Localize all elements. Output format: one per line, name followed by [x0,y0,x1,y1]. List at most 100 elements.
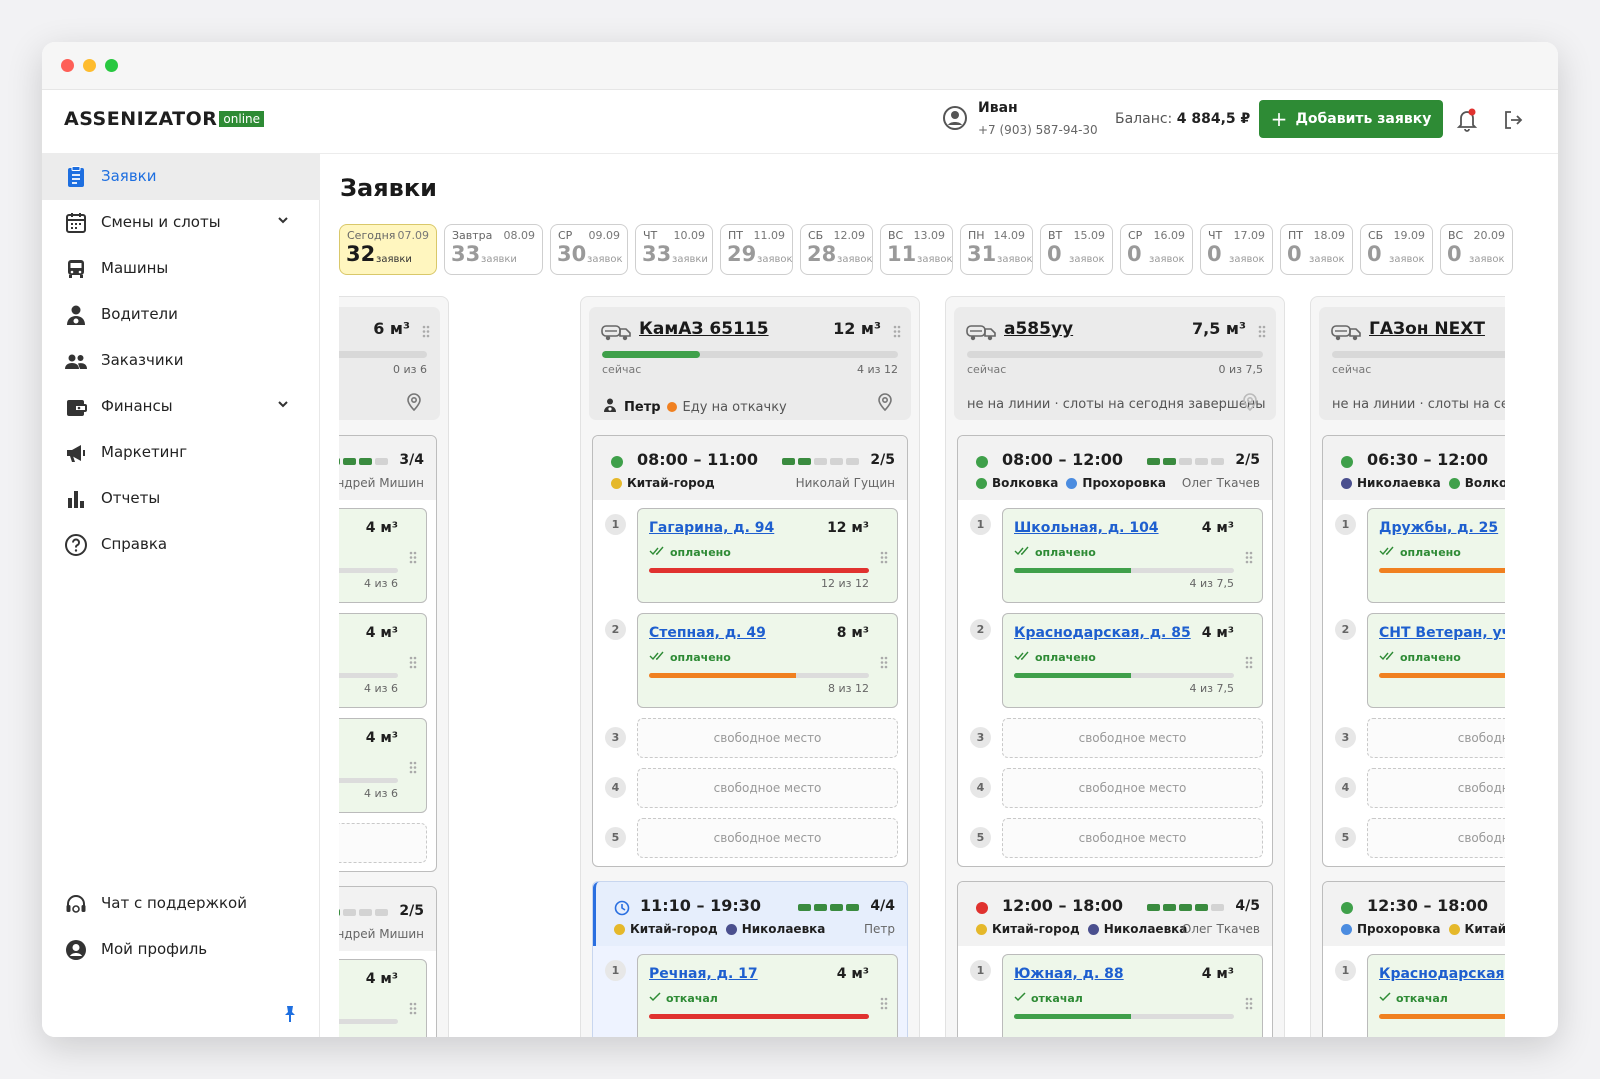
order-card[interactable]: Краснодарская, д. 1 откачал [1367,954,1505,1037]
order-card[interactable]: айская, д. 944 м³алотметил оплату4 из 6 [339,613,427,708]
sidebar-item-help[interactable]: Справка [42,522,320,568]
sidebar-item-drivers[interactable]: Водители [42,292,320,338]
order-card[interactable]: Южная, д. 88 4 м³ откачал [1002,954,1263,1037]
day-tab[interactable]: ПТ 18.09 0 заявок [1280,224,1353,275]
order-address[interactable]: Речная, д. 17 [649,966,758,982]
sidebar-item-vehicles[interactable]: Машины [42,246,320,292]
drag-handle-icon[interactable] [1245,995,1253,1014]
order-fill-bar [1014,1014,1234,1019]
order-card[interactable]: ря, уч. 1254 м³ено4 из 6 [339,718,427,813]
free-slot-placeholder[interactable]: свободное м [1367,818,1505,858]
day-tab[interactable]: ВС 20.09 0 заявок [1440,224,1513,275]
notifications-bell-icon[interactable] [1456,108,1478,132]
time-slot-header[interactable]: 08:00 – 11:00 2/5 Китай-город Николай Гущин [593,436,907,500]
time-slot: 12:00 – 18:00 4/5 Китай-город Николаевка Оле… [957,881,1273,1037]
order-address[interactable]: СНТ Ветеран, уч. 10 [1379,625,1505,641]
location-pin-icon[interactable] [1242,393,1258,415]
sidebar-item-reports[interactable]: Отчеты [42,476,320,522]
pin-icon[interactable] [282,1005,298,1023]
free-slot-placeholder[interactable]: свободное место [637,768,898,808]
order-card[interactable]: Дружбы, д. 25 оплачено [1367,508,1505,603]
sidebar-item-marketing[interactable]: Маркетинг [42,430,320,476]
day-tab[interactable]: СБ 12.09 28 заявок [800,224,873,275]
vehicle-name[interactable]: а585уу [1004,319,1073,339]
sidebar-item-profile[interactable]: Мой профиль [42,927,320,973]
sidebar-item-customers[interactable]: Заказчики [42,338,320,384]
order-card[interactable]: Краснодарская, д. 85 4 м³ оплачено 4 из 7,5 [1002,613,1263,708]
day-tab[interactable]: Сегодня 07.09 32 заявки [339,224,437,275]
drag-handle-icon[interactable] [409,654,417,673]
people-icon [65,354,87,369]
order-address[interactable]: Краснодарская, д. 1 [1379,966,1505,982]
order-card[interactable]: Гагарина, д. 94 12 м³ оплачено 12 из 12 [637,508,898,603]
minimize-window-button[interactable] [83,59,96,72]
region-name: Волковка [1464,476,1505,490]
drag-handle-icon[interactable] [422,323,430,342]
vehicle-name[interactable]: ГАЗон NEXT [1369,319,1485,339]
drag-handle-icon[interactable] [880,549,888,568]
order-address[interactable]: Дружбы, д. 25 [1379,520,1498,536]
order-address[interactable]: Школьная, д. 104 [1014,520,1159,536]
day-tab[interactable]: ЧТ 10.09 33 заявки [635,224,713,275]
time-slot-header[interactable]: 12:30 – 18:00 Прохоровка Китай-горо, [1323,882,1505,946]
day-tab[interactable]: ПТ 11.09 29 заявок [720,224,793,275]
sidebar-item-finance[interactable]: Финансы [42,384,320,430]
add-request-button[interactable]: + Добавить заявку [1259,100,1443,138]
order-address[interactable]: Степная, д. 49 [649,625,766,641]
day-tab[interactable]: ВТ 15.09 0 заявок [1040,224,1113,275]
drag-handle-icon[interactable] [1258,323,1266,342]
drag-handle-icon[interactable] [1245,654,1253,673]
free-slot-placeholder[interactable]: свободное место [339,823,427,863]
day-tab[interactable]: Завтра 08.09 33 заявки [444,224,543,275]
drag-handle-icon[interactable] [880,995,888,1014]
free-slot-placeholder[interactable]: свободное место [1002,768,1263,808]
order-card[interactable]: ежная, д. 1014 м³ [339,959,427,1037]
free-slot-placeholder[interactable]: свободное место [637,718,898,758]
order-card[interactable]: СНТ Ветеран, уч. 10 оплачено [1367,613,1505,708]
free-slot-placeholder[interactable]: свободное место [1002,818,1263,858]
time-slot-header[interactable]: 12:003/4Китай-городАндрей Мишин [339,436,436,500]
time-slot-header[interactable]: 12:00 – 18:00 4/5 Китай-город Николаевка Оле… [958,882,1272,946]
user-avatar-icon[interactable] [943,106,967,130]
free-slot-placeholder[interactable]: свободное м [1367,768,1505,808]
free-slot-placeholder[interactable]: свободное м [1367,718,1505,758]
logout-icon[interactable] [1502,109,1524,131]
day-tab[interactable]: СР 16.09 0 заявок [1120,224,1193,275]
location-pin-icon[interactable] [877,393,893,415]
day-tab[interactable]: СБ 19.09 0 заявок [1360,224,1433,275]
location-pin-icon[interactable] [406,393,422,415]
order-address[interactable]: Краснодарская, д. 85 [1014,625,1191,641]
vehicle-name[interactable]: КамАЗ 65115 [639,319,769,339]
day-tab[interactable]: СР 09.09 30 заявок [550,224,628,275]
drag-handle-icon[interactable] [1245,549,1253,568]
time-slot-header[interactable]: 06:30 – 12:00 Николаевка Волковка [1323,436,1505,500]
order-card[interactable]: Степная, д. 49 8 м³ оплачено 8 из 12 [637,613,898,708]
drag-handle-icon[interactable] [409,759,417,778]
time-slot-header[interactable]: 08:00 – 12:00 2/5 Волковка Прохоровка Олег Т… [958,436,1272,500]
sidebar-item-support-chat[interactable]: Чат с поддержкой [42,881,320,927]
day-tab[interactable]: ПН 14.09 31 заявок [960,224,1033,275]
order-address[interactable]: Гагарина, д. 94 [649,520,774,536]
logo[interactable]: ASSENIZATOR online [64,108,265,130]
order-card[interactable]: Школьная, д. 104 4 м³ оплачено 4 из 7,5 [1002,508,1263,603]
close-window-button[interactable] [61,59,74,72]
time-slot-header[interactable]: 11:10 – 19:30 4/4 Китай-город Николаевка Пет… [593,882,907,946]
sidebar-item-shifts[interactable]: Смены и слоты [42,200,320,246]
day-date: 16.09 [1153,229,1186,242]
free-slot-placeholder[interactable]: свободное место [637,818,898,858]
user-name[interactable]: Иван [978,100,1018,116]
drag-handle-icon[interactable] [880,654,888,673]
time-slot-header[interactable]: 17:002/5Андрей Мишин [339,887,436,951]
sidebar-item-requests[interactable]: Заявки [42,154,320,200]
day-tab[interactable]: ВС 13.09 11 заявок [880,224,953,275]
driver-name[interactable]: Петр [624,400,661,415]
free-slot-placeholder[interactable]: свободное место [1002,718,1263,758]
zoom-window-button[interactable] [105,59,118,72]
drag-handle-icon[interactable] [409,1000,417,1019]
drag-handle-icon[interactable] [893,323,901,342]
day-tab[interactable]: ЧТ 17.09 0 заявок [1200,224,1273,275]
order-card[interactable]: я, д. 164 м³ено4 из 6 [339,508,427,603]
order-address[interactable]: Южная, д. 88 [1014,966,1124,982]
drag-handle-icon[interactable] [409,549,417,568]
order-card[interactable]: Речная, д. 17 4 м³ откачал [637,954,898,1037]
